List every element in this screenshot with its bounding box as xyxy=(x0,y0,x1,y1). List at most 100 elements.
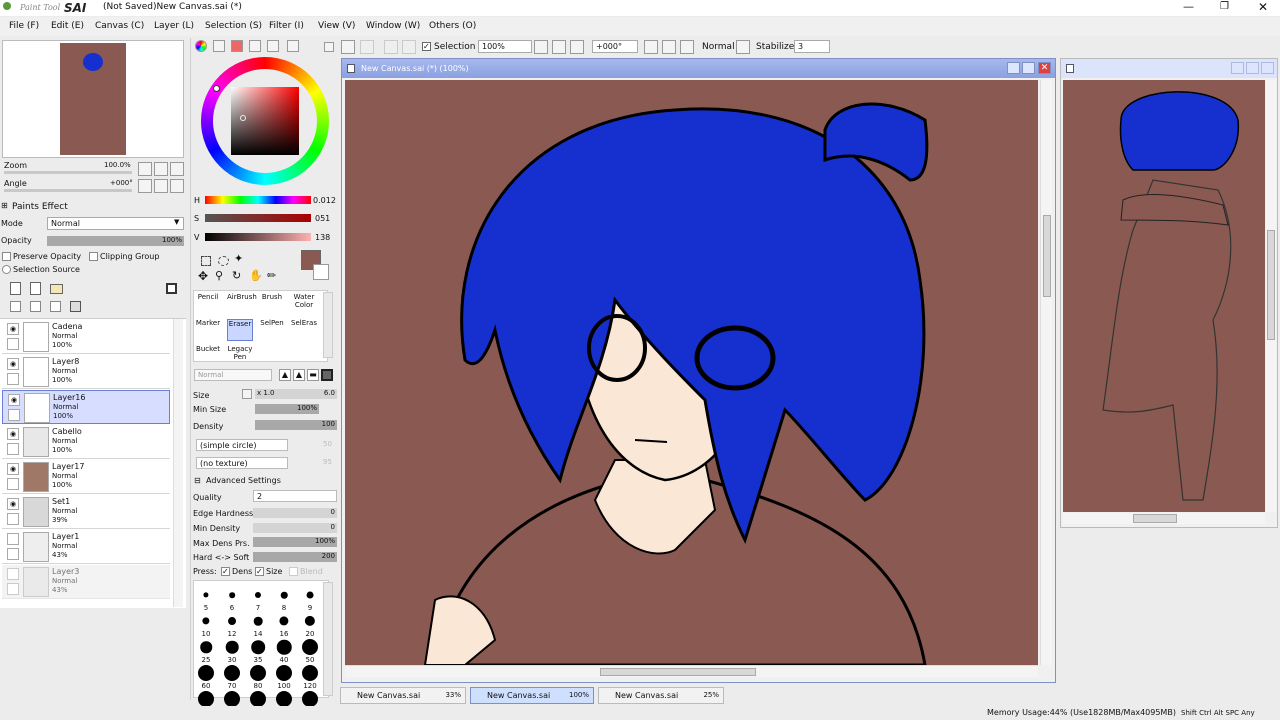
rotate-reset-icon[interactable] xyxy=(170,179,184,193)
rotate-reset-toolbar-icon[interactable] xyxy=(680,40,694,54)
clear-layer-icon[interactable] xyxy=(50,301,61,312)
brush-size-preset[interactable] xyxy=(224,691,240,707)
secondary-color-swatch[interactable] xyxy=(313,264,329,280)
menu-view[interactable]: View (V) xyxy=(318,21,355,31)
brush-size-preset[interactable] xyxy=(250,665,266,681)
navigator-preview[interactable] xyxy=(2,40,184,158)
layer-row[interactable]: ◉ Layer17 Normal 100% xyxy=(2,460,170,494)
rotate-right-icon[interactable] xyxy=(154,179,168,193)
layer-panel-toggle-icon[interactable] xyxy=(166,283,177,294)
angle-slider[interactable] xyxy=(4,189,132,192)
brush-size-preset[interactable] xyxy=(229,592,235,598)
zoom-out-toolbar-icon[interactable] xyxy=(534,40,548,54)
tool-water-color[interactable]: Water Color xyxy=(291,293,317,315)
tool-seleras[interactable]: SelEras xyxy=(291,319,317,341)
brush-size-preset[interactable] xyxy=(254,591,262,599)
visibility-eye-icon[interactable] xyxy=(7,568,19,580)
stabilizer-select[interactable]: 3 xyxy=(794,40,830,53)
layer-row[interactable]: ◉ Set1 Normal 39% xyxy=(2,495,170,529)
edge-hardness-slider[interactable]: 0 xyxy=(253,508,337,518)
selection-checkbox[interactable]: ✓ xyxy=(422,42,431,51)
select-all-icon[interactable] xyxy=(360,40,374,54)
brush-size-preset[interactable] xyxy=(302,691,318,707)
brush-size-preset[interactable] xyxy=(302,639,318,655)
minimize-icon[interactable]: — xyxy=(1183,0,1194,13)
brush-size-preset[interactable] xyxy=(276,665,292,681)
zoom-slider[interactable] xyxy=(4,171,132,174)
brush-size-preset[interactable] xyxy=(228,617,236,625)
doc-tab-1[interactable]: New Canvas.sai 33% xyxy=(340,687,466,704)
layer-lock-icon[interactable] xyxy=(7,373,19,385)
canvas-maximize-icon[interactable] xyxy=(1022,62,1035,74)
visibility-eye-icon[interactable]: ◉ xyxy=(7,463,19,475)
maximize-icon[interactable]: ❐ xyxy=(1220,1,1229,12)
canvas-minimize-icon[interactable] xyxy=(1007,62,1020,74)
tool-eraser[interactable]: Eraser xyxy=(227,319,253,341)
panel-menu-icon[interactable] xyxy=(324,42,334,52)
merge-down-icon[interactable] xyxy=(30,301,41,312)
brush-size-scrollbar[interactable] xyxy=(323,582,333,696)
saturation-value-square[interactable] xyxy=(231,87,299,155)
preview-minimize-icon[interactable] xyxy=(1231,62,1244,74)
tool-airbrush[interactable]: AirBrush xyxy=(227,293,257,315)
visibility-eye-icon[interactable]: ◉ xyxy=(8,394,20,406)
brush-shape-hard-icon[interactable]: ▬ xyxy=(307,369,319,381)
brush-shape-soft-icon[interactable]: ▲ xyxy=(279,369,291,381)
hand-tool-icon[interactable]: ✋ xyxy=(249,269,263,282)
layer-lock-icon[interactable] xyxy=(7,338,19,350)
rgb-slider-tab-icon[interactable] xyxy=(213,40,225,52)
advanced-toggle-icon[interactable]: ⊟ xyxy=(194,476,201,485)
size-preset-icon[interactable] xyxy=(242,389,252,399)
preview-maximize-icon[interactable] xyxy=(1246,62,1259,74)
transfer-down-icon[interactable] xyxy=(10,301,21,312)
canvas-close-icon[interactable]: ✕ xyxy=(1038,62,1051,74)
layer-row[interactable]: ◉ Layer16 Normal 100% xyxy=(2,390,170,424)
tool-grid-scrollbar[interactable] xyxy=(323,292,333,358)
menu-edit[interactable]: Edit (E) xyxy=(51,21,84,31)
brush-size-preset[interactable] xyxy=(200,641,212,653)
zoom-reset-icon[interactable] xyxy=(170,162,184,176)
mixer-tab-icon[interactable] xyxy=(287,40,299,52)
brush-size-preset[interactable] xyxy=(304,615,316,627)
canvas-vertical-scrollbar[interactable] xyxy=(1040,80,1052,665)
layer-lock-icon[interactable] xyxy=(7,443,19,455)
min-density-slider[interactable]: 0 xyxy=(253,523,337,533)
brush-shape-square-icon[interactable] xyxy=(321,369,333,381)
close-icon[interactable]: ✕ xyxy=(1258,0,1268,14)
zoom-out-icon[interactable] xyxy=(138,162,152,176)
opacity-slider[interactable]: 100% xyxy=(47,236,184,246)
visibility-eye-icon[interactable]: ◉ xyxy=(7,323,19,335)
visibility-eye-icon[interactable]: ◉ xyxy=(7,428,19,440)
doc-tab-2[interactable]: New Canvas.sai 100% xyxy=(470,687,594,704)
deselect-icon[interactable] xyxy=(341,40,355,54)
transform-icon[interactable] xyxy=(384,40,398,54)
saturation-slider[interactable] xyxy=(205,214,311,222)
brush-size-preset[interactable] xyxy=(203,592,209,598)
tool-marker[interactable]: Marker xyxy=(195,319,221,341)
preview-close-icon[interactable] xyxy=(1261,62,1274,74)
rotate-tool-icon[interactable]: ↻ xyxy=(232,269,241,282)
menu-selection[interactable]: Selection (S) xyxy=(205,21,262,31)
tool-pencil[interactable]: Pencil xyxy=(195,293,221,315)
brush-size-preset[interactable] xyxy=(202,617,210,625)
invert-icon[interactable] xyxy=(402,40,416,54)
zoom-fit-toolbar-icon[interactable] xyxy=(570,40,584,54)
brush-size-preset[interactable] xyxy=(198,665,214,681)
brush-size-preset[interactable] xyxy=(302,665,318,681)
blend-mode-select[interactable]: Normal xyxy=(194,369,272,381)
brush-size-preset[interactable] xyxy=(224,665,240,681)
flip-icon[interactable] xyxy=(736,40,750,54)
visibility-eye-icon[interactable]: ◉ xyxy=(7,498,19,510)
visibility-eye-icon[interactable] xyxy=(7,533,19,545)
layer-lock-icon[interactable] xyxy=(7,513,19,525)
magic-wand-icon[interactable]: ✦ xyxy=(234,252,243,265)
hsv-slider-tab-icon[interactable] xyxy=(231,40,243,52)
new-linework-layer-icon[interactable] xyxy=(30,282,41,295)
tool-selpen[interactable]: SelPen xyxy=(259,319,285,341)
selection-source-radio[interactable] xyxy=(2,265,11,274)
brush-size-preset[interactable] xyxy=(280,591,288,599)
preview-vertical-scrollbar[interactable] xyxy=(1266,80,1276,512)
layer-row[interactable]: ◉ Layer8 Normal 100% xyxy=(2,355,170,389)
paints-effect-toggle[interactable]: ⊞ xyxy=(1,201,8,210)
color-wheel-tab-icon[interactable] xyxy=(195,40,207,52)
